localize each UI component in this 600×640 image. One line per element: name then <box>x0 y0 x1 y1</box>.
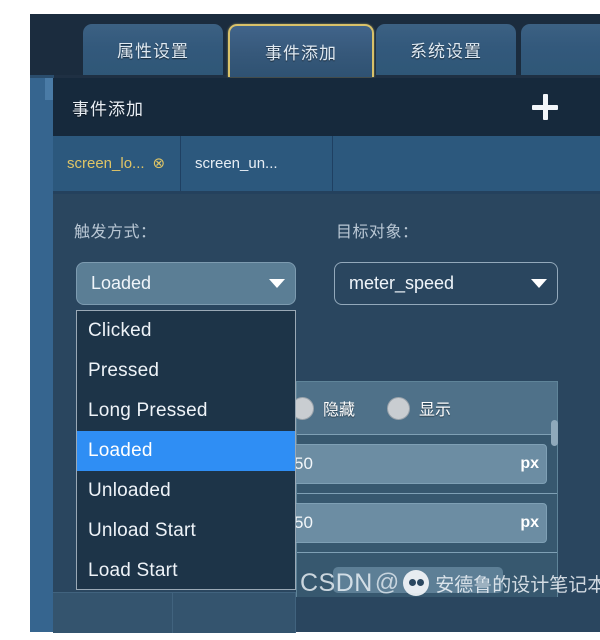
tab-overflow-sliver[interactable] <box>521 24 600 75</box>
table-row-empty <box>297 553 557 597</box>
sub-tab-screen-unloaded[interactable]: screen_un... <box>181 136 333 191</box>
sub-tab-screen-loaded[interactable]: screen_lo... ⊗ <box>53 136 181 191</box>
property-table-card: 隐藏 显示 50 px 50 px <box>283 381 558 597</box>
radio-option-hide-label: 隐藏 <box>323 402 356 419</box>
sub-tab-screen-loaded-label: screen_lo... <box>67 155 145 172</box>
tab-properties-label: 属性设置 <box>117 42 189 61</box>
trigger-type-dropdown-list[interactable]: Clicked Pressed Long Pressed Loaded Unlo… <box>76 310 296 590</box>
bottom-grid-cell <box>173 593 296 633</box>
target-object-value: meter_speed <box>349 273 455 293</box>
tab-system-settings[interactable]: 系统设置 <box>376 24 516 75</box>
radio-icon <box>387 396 411 420</box>
target-object-select[interactable]: meter_speed <box>334 262 558 305</box>
table-row: 50 px <box>283 494 557 553</box>
dropdown-option-unloaded[interactable]: Unloaded <box>77 471 295 511</box>
bottom-grid <box>53 592 296 633</box>
radio-option-show[interactable]: 显示 <box>387 396 451 420</box>
tab-properties[interactable]: 属性设置 <box>83 24 223 75</box>
radio-option-hide[interactable]: 隐藏 <box>291 396 355 420</box>
size-unit-1: px <box>520 455 539 472</box>
section-header: 事件添加 <box>53 78 600 136</box>
trigger-type-select[interactable]: Loaded <box>76 262 296 305</box>
size-input-1-value: 50 <box>294 454 313 473</box>
table-sub-chip[interactable] <box>333 567 503 593</box>
chevron-down-icon <box>269 279 285 288</box>
chevron-down-icon <box>531 279 547 288</box>
tab-event-add[interactable]: 事件添加 <box>228 24 374 77</box>
top-tab-bar: 属性设置 事件添加 系统设置 <box>30 14 600 77</box>
section-title: 事件添加 <box>72 99 144 119</box>
size-input-2[interactable]: 50 <box>283 503 547 543</box>
left-gutter <box>30 75 53 632</box>
sub-tab-screen-unloaded-label: screen_un... <box>195 155 278 172</box>
size-input-2-value: 50 <box>294 513 313 532</box>
tab-system-settings-label: 系统设置 <box>410 42 482 61</box>
visibility-radio-row: 隐藏 显示 <box>291 382 557 435</box>
target-object-label: 目标对象： <box>336 224 419 241</box>
dropdown-option-loaded[interactable]: Loaded <box>77 431 295 471</box>
dropdown-option-long-pressed[interactable]: Long Pressed <box>77 391 295 431</box>
dropdown-option-clicked[interactable]: Clicked <box>77 311 295 351</box>
screenshot-root: 属性设置 事件添加 系统设置 事件添加 screen_lo... ⊗ scree… <box>0 0 600 640</box>
trigger-type-value: Loaded <box>91 273 152 293</box>
size-input-1[interactable]: 50 <box>283 444 547 484</box>
sub-tab-strip: screen_lo... ⊗ screen_un... <box>53 136 600 191</box>
radio-option-show-label: 显示 <box>419 402 452 419</box>
close-icon[interactable]: ⊗ <box>153 156 166 171</box>
sub-tab-empty-area <box>333 136 600 191</box>
table-scrollbar[interactable] <box>551 420 558 446</box>
trigger-type-label: 触发方式： <box>74 224 157 241</box>
plus-icon[interactable] <box>532 94 558 120</box>
dropdown-option-load-start[interactable]: Load Start <box>77 551 295 591</box>
dropdown-option-pressed[interactable]: Pressed <box>77 351 295 391</box>
size-unit-2: px <box>520 514 539 531</box>
table-row: 50 px <box>283 435 557 494</box>
tab-event-add-label: 事件添加 <box>265 44 337 63</box>
bottom-grid-cell <box>53 593 173 633</box>
dropdown-option-unload-start[interactable]: Unload Start <box>77 511 295 551</box>
